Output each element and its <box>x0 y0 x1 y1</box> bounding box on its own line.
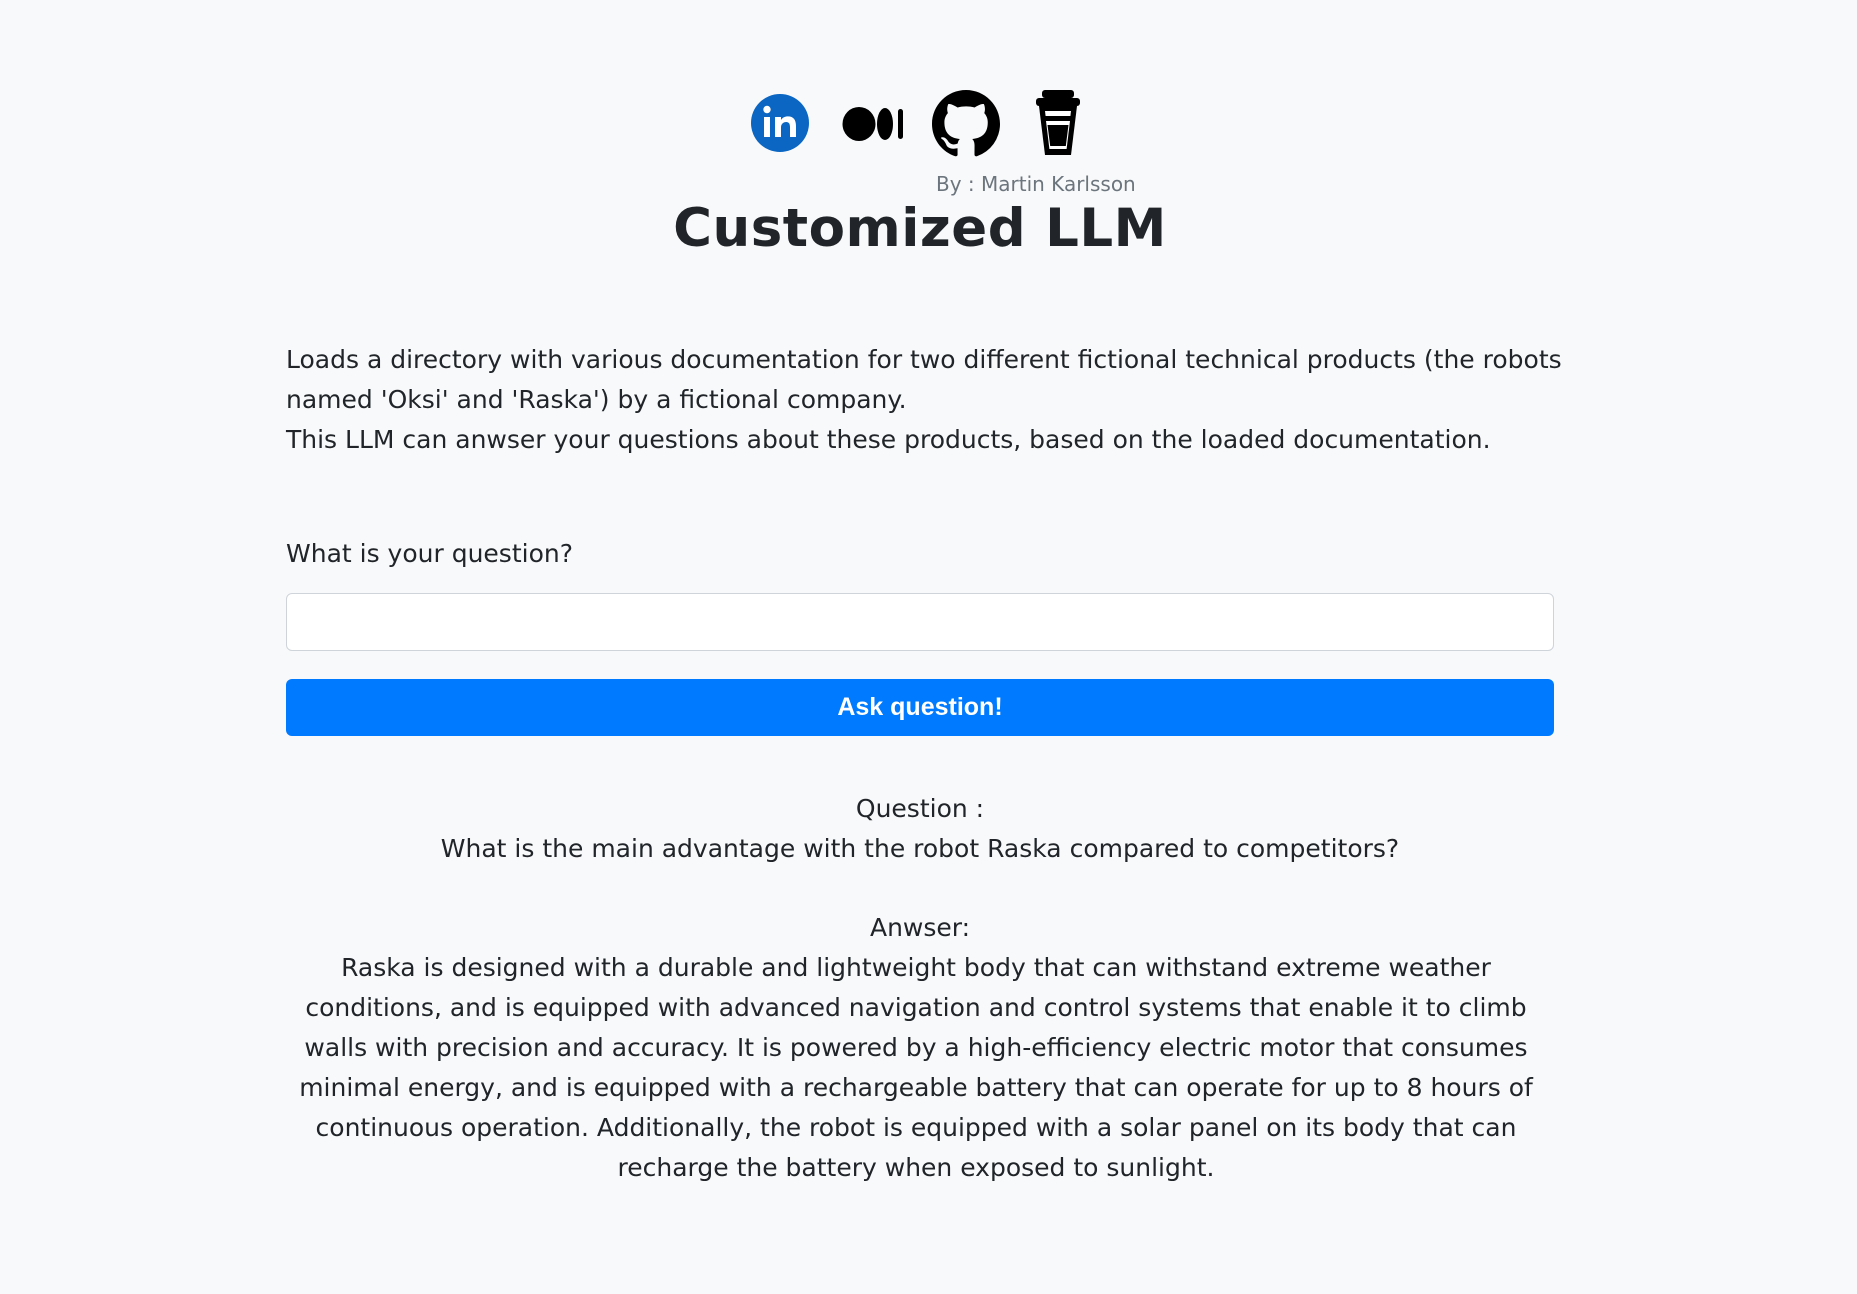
social-links <box>0 89 1857 161</box>
app-description: Loads a directory with various documenta… <box>286 340 1576 460</box>
question-heading: Question : <box>855 794 985 823</box>
author-byline: By : Martin Karlsson <box>936 172 1136 196</box>
coffee-cup-icon[interactable] <box>1033 89 1083 157</box>
linkedin-icon[interactable] <box>750 93 810 153</box>
question-section: Question : What is the main advantage wi… <box>286 789 1554 869</box>
description-line-1: Loads a directory with various documenta… <box>286 345 1562 414</box>
page-title: Customized LLM <box>673 198 1167 259</box>
question-input[interactable] <box>286 593 1554 651</box>
github-icon[interactable] <box>932 90 1000 158</box>
page: By : Martin Karlsson Customized LLM Load… <box>0 0 1857 1294</box>
question-text: What is the main advantage with the robo… <box>440 834 1400 863</box>
answer-section: Anwser: Raska is designed with a durable… <box>286 908 1554 1188</box>
medium-icon[interactable] <box>842 105 906 143</box>
description-line-2: This LLM can anwser your questions about… <box>286 425 1491 454</box>
question-label: What is your question? <box>286 539 573 568</box>
answer-heading: Anwser: <box>869 913 971 942</box>
ask-question-button[interactable]: Ask question! <box>286 679 1554 736</box>
answer-text: Raska is designed with a durable and lig… <box>299 953 1533 1182</box>
